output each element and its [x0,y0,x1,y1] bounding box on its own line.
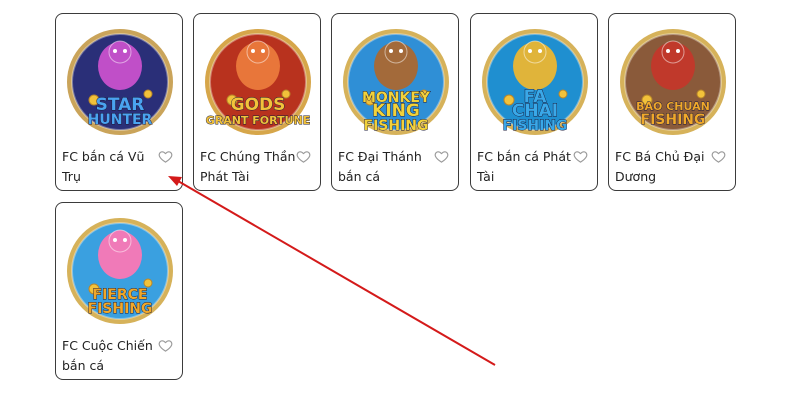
game-thumbnail[interactable]: GODS GRANT FORTUNE [202,22,314,146]
svg-text:FISHING: FISHING [503,118,568,134]
heart-icon[interactable] [434,149,450,165]
game-card[interactable]: STAR HUNTER FC bắn cá Vũ Trụ [55,13,183,191]
heart-icon[interactable] [573,149,589,165]
game-title[interactable]: FC bắn cá Vũ Trụ [62,147,166,187]
heart-icon[interactable] [711,149,727,165]
game-thumbnail[interactable]: STAR HUNTER [64,22,176,146]
game-thumbnail[interactable]: FA CHAI FISHING [479,22,591,146]
game-thumbnail[interactable]: MONKEY KING FISHING [340,22,452,146]
svg-text:HUNTER: HUNTER [88,112,153,128]
game-grid: STAR HUNTER FC bắn cá Vũ Trụ GODS GRANT FO… [0,0,800,400]
game-title[interactable]: FC Cuộc Chiến bắn cá [62,336,166,376]
game-title[interactable]: FC Chúng Thần Phát Tài [200,147,304,187]
game-card[interactable]: MONKEY KING FISHING FC Đại Thánh bắn cá [331,13,459,191]
game-card[interactable]: FA CHAI FISHING FC bắn cá Phát Tài [470,13,598,191]
game-card[interactable]: FIERCE FISHING FC Cuộc Chiến bắn cá [55,202,183,380]
heart-icon[interactable] [158,338,174,354]
svg-text:FISHING: FISHING [88,301,153,317]
game-card[interactable]: BAO CHUAN FISHING FC Bá Chủ Đại Dương [608,13,736,191]
game-title[interactable]: FC bắn cá Phát Tài [477,147,581,187]
game-thumbnail[interactable]: BAO CHUAN FISHING [617,22,729,146]
heart-icon[interactable] [158,149,174,165]
svg-text:GODS: GODS [231,95,286,115]
svg-text:FISHING: FISHING [641,112,706,128]
svg-text:GRANT FORTUNE: GRANT FORTUNE [206,114,311,127]
svg-text:FISHING: FISHING [364,118,429,134]
game-card[interactable]: GODS GRANT FORTUNE FC Chúng Thần Phát Tài [193,13,321,191]
game-title[interactable]: FC Đại Thánh bắn cá [338,147,442,187]
game-title[interactable]: FC Bá Chủ Đại Dương [615,147,719,187]
game-thumbnail[interactable]: FIERCE FISHING [64,211,176,335]
heart-icon[interactable] [296,149,312,165]
